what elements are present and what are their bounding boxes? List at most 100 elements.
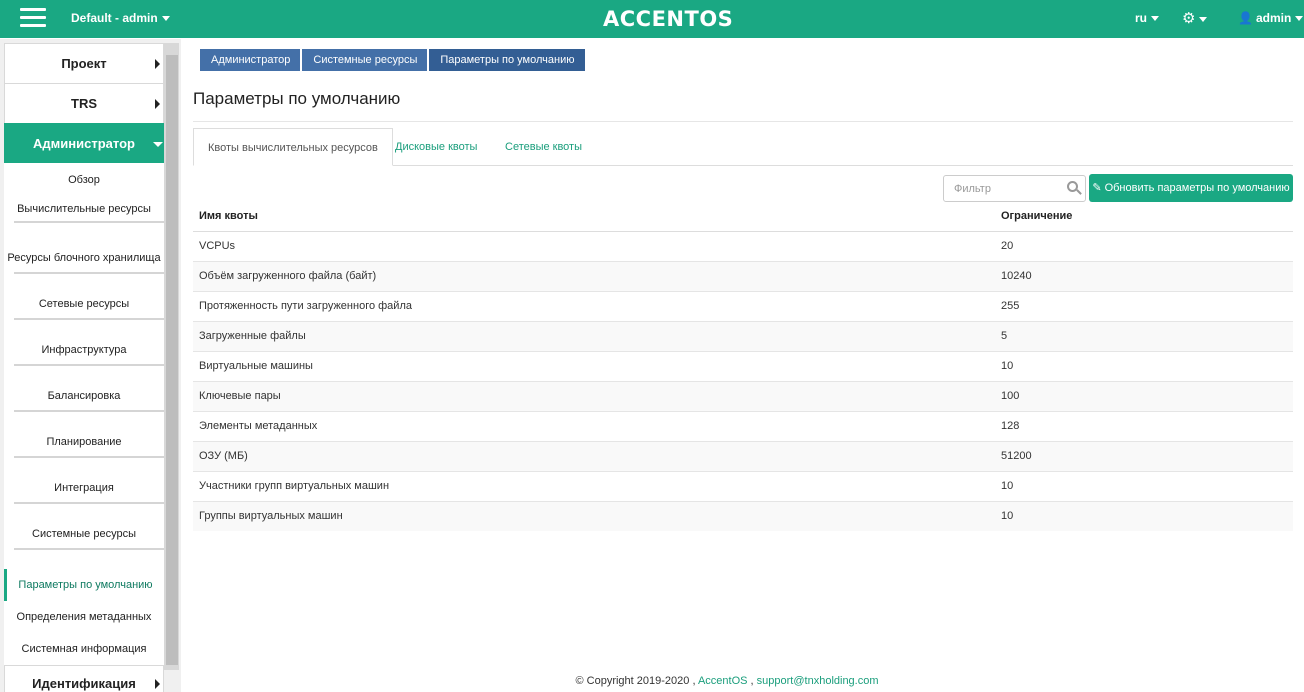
- settings-menu[interactable]: ⚙: [1182, 9, 1208, 27]
- sidebar-item-defaults[interactable]: Параметры по умолчанию: [4, 569, 164, 601]
- logo: ACCENTOS: [603, 7, 734, 31]
- divider: [14, 272, 164, 274]
- sidebar-item-planning[interactable]: Планирование: [4, 434, 164, 480]
- copyright-text: © Copyright 2019-2020 ,: [575, 675, 696, 687]
- language-label: ru: [1135, 11, 1147, 25]
- quota-limit: 10: [995, 471, 1293, 502]
- project-selector[interactable]: Default - admin: [71, 11, 170, 25]
- quota-name: Виртуальные машины: [193, 351, 995, 382]
- quota-limit: 128: [995, 411, 1293, 442]
- divider: [14, 502, 164, 504]
- table-row: VCPUs 20: [193, 231, 1293, 262]
- divider: [14, 221, 164, 223]
- sidebar-item-label: Администратор: [33, 136, 135, 151]
- chevron-right-icon: [155, 59, 160, 69]
- tab-bar: Квоты вычислительных ресурсов Дисковые к…: [193, 128, 1293, 166]
- language-selector[interactable]: ru: [1135, 11, 1159, 25]
- quota-limit: 5: [995, 321, 1293, 352]
- sidebar-item-project[interactable]: Проект: [4, 43, 164, 83]
- breadcrumb-defaults: Параметры по умолчанию: [429, 49, 585, 71]
- quota-name: VCPUs: [193, 231, 995, 262]
- sidebar: Проект TRS Администратор Обзор Вычислите…: [4, 43, 164, 692]
- sidebar-item-network[interactable]: Сетевые ресурсы: [4, 296, 164, 342]
- chevron-down-icon: [153, 142, 163, 147]
- support-email-link[interactable]: support@tnxholding.com: [757, 675, 879, 687]
- quota-limit: 100: [995, 381, 1293, 412]
- divider: [14, 548, 164, 550]
- breadcrumb-admin[interactable]: Администратор: [200, 49, 301, 71]
- divider: [14, 410, 164, 412]
- quota-limit: 255: [995, 291, 1293, 322]
- table-row: Ключевые пары 100: [193, 381, 1293, 412]
- sidebar-item-trs[interactable]: TRS: [4, 83, 164, 123]
- chevron-right-icon: [155, 99, 160, 109]
- sidebar-item-compute[interactable]: Вычислительные ресурсы: [4, 204, 164, 250]
- quota-limit: 10240: [995, 261, 1293, 292]
- chevron-down-icon: [1199, 16, 1208, 22]
- footer-separator: ,: [750, 675, 754, 687]
- update-defaults-button[interactable]: ✎ Обновить параметры по умолчанию: [1089, 174, 1293, 202]
- tab-compute-quotas[interactable]: Квоты вычислительных ресурсов: [193, 128, 393, 166]
- chevron-down-icon: [1295, 16, 1304, 22]
- breadcrumb-system-resources[interactable]: Системные ресурсы: [302, 49, 428, 71]
- table-row: Группы виртуальных машин 10: [193, 501, 1293, 531]
- user-name: admin: [1255, 11, 1292, 25]
- project-selector-label: Default - admin: [71, 11, 158, 25]
- pencil-icon: ✎: [1092, 182, 1102, 194]
- top-navbar: Default - admin ACCENTOS ru ⚙ 👤 admin: [0, 0, 1304, 38]
- search-icon[interactable]: [1067, 181, 1078, 192]
- page-title: Параметры по умолчанию: [193, 89, 401, 108]
- quota-limit: 10: [995, 351, 1293, 382]
- quota-name: Объём загруженного файла (байт): [193, 261, 995, 292]
- hamburger-icon[interactable]: [20, 8, 46, 30]
- table-row: Объём загруженного файла (байт) 10240: [193, 261, 1293, 292]
- table-row: Виртуальные машины 10: [193, 351, 1293, 382]
- divider: [193, 121, 1293, 122]
- column-header-quota-name: Имя квоты: [193, 202, 995, 232]
- table-header-row: Имя квоты Ограничение: [193, 202, 1293, 232]
- chevron-down-icon: [161, 16, 170, 22]
- sidebar-scrollbar-thumb[interactable]: [166, 55, 178, 665]
- quota-name: Группы виртуальных машин: [193, 501, 995, 531]
- divider: [14, 318, 164, 320]
- quota-name: Элементы метаданных: [193, 411, 995, 442]
- footer: © Copyright 2019-2020 , AccentOS , suppo…: [0, 675, 1304, 687]
- quota-limit: 10: [995, 501, 1293, 531]
- sidebar-item-system-resources[interactable]: Системные ресурсы: [4, 526, 164, 569]
- quota-name: Загруженные файлы: [193, 321, 995, 352]
- sidebar-item-metadata-definitions[interactable]: Определения метаданных: [4, 601, 164, 633]
- user-menu[interactable]: 👤 admin: [1238, 11, 1304, 25]
- filter-box: [943, 175, 1086, 202]
- breadcrumb: Администратор Системные ресурсы Параметр…: [200, 49, 587, 71]
- filter-input[interactable]: [944, 176, 1059, 201]
- table-row: Участники групп виртуальных машин 10: [193, 471, 1293, 502]
- sidebar-item-balancing[interactable]: Балансировка: [4, 388, 164, 434]
- quota-limit: 20: [995, 231, 1293, 262]
- sidebar-item-admin[interactable]: Администратор: [4, 123, 164, 163]
- quotas-table: Имя квоты Ограничение VCPUs 20 Объём загр…: [193, 202, 1293, 531]
- column-header-limit: Ограничение: [995, 202, 1293, 232]
- quota-name: ОЗУ (МБ): [193, 441, 995, 472]
- tab-network-quotas[interactable]: Сетевые квоты: [505, 128, 582, 166]
- chevron-down-icon: [1151, 16, 1159, 22]
- sidebar-item-system-info[interactable]: Системная информация: [4, 633, 164, 665]
- update-defaults-label: Обновить параметры по умолчанию: [1104, 182, 1290, 194]
- divider: [14, 456, 164, 458]
- gear-icon: ⚙: [1182, 10, 1196, 27]
- sidebar-item-label: Проект: [61, 56, 107, 71]
- sidebar-item-infrastructure[interactable]: Инфраструктура: [4, 342, 164, 388]
- sidebar-item-overview[interactable]: Обзор: [4, 175, 164, 204]
- table-row: Загруженные файлы 5: [193, 321, 1293, 352]
- sidebar-item-integration[interactable]: Интеграция: [4, 480, 164, 526]
- quota-name: Участники групп виртуальных машин: [193, 471, 995, 502]
- table-row: Протяженность пути загруженного файла 255: [193, 291, 1293, 322]
- quota-name: Ключевые пары: [193, 381, 995, 412]
- user-icon: 👤: [1238, 11, 1253, 25]
- table-row: Элементы метаданных 128: [193, 411, 1293, 442]
- sidebar-item-block-storage[interactable]: Ресурсы блочного хранилища: [4, 250, 164, 296]
- brand-link[interactable]: AccentOS: [698, 675, 748, 687]
- tab-volume-quotas[interactable]: Дисковые квоты: [395, 128, 477, 166]
- quota-limit: 51200: [995, 441, 1293, 472]
- quota-name: Протяженность пути загруженного файла: [193, 291, 995, 322]
- table-row: ОЗУ (МБ) 51200: [193, 441, 1293, 472]
